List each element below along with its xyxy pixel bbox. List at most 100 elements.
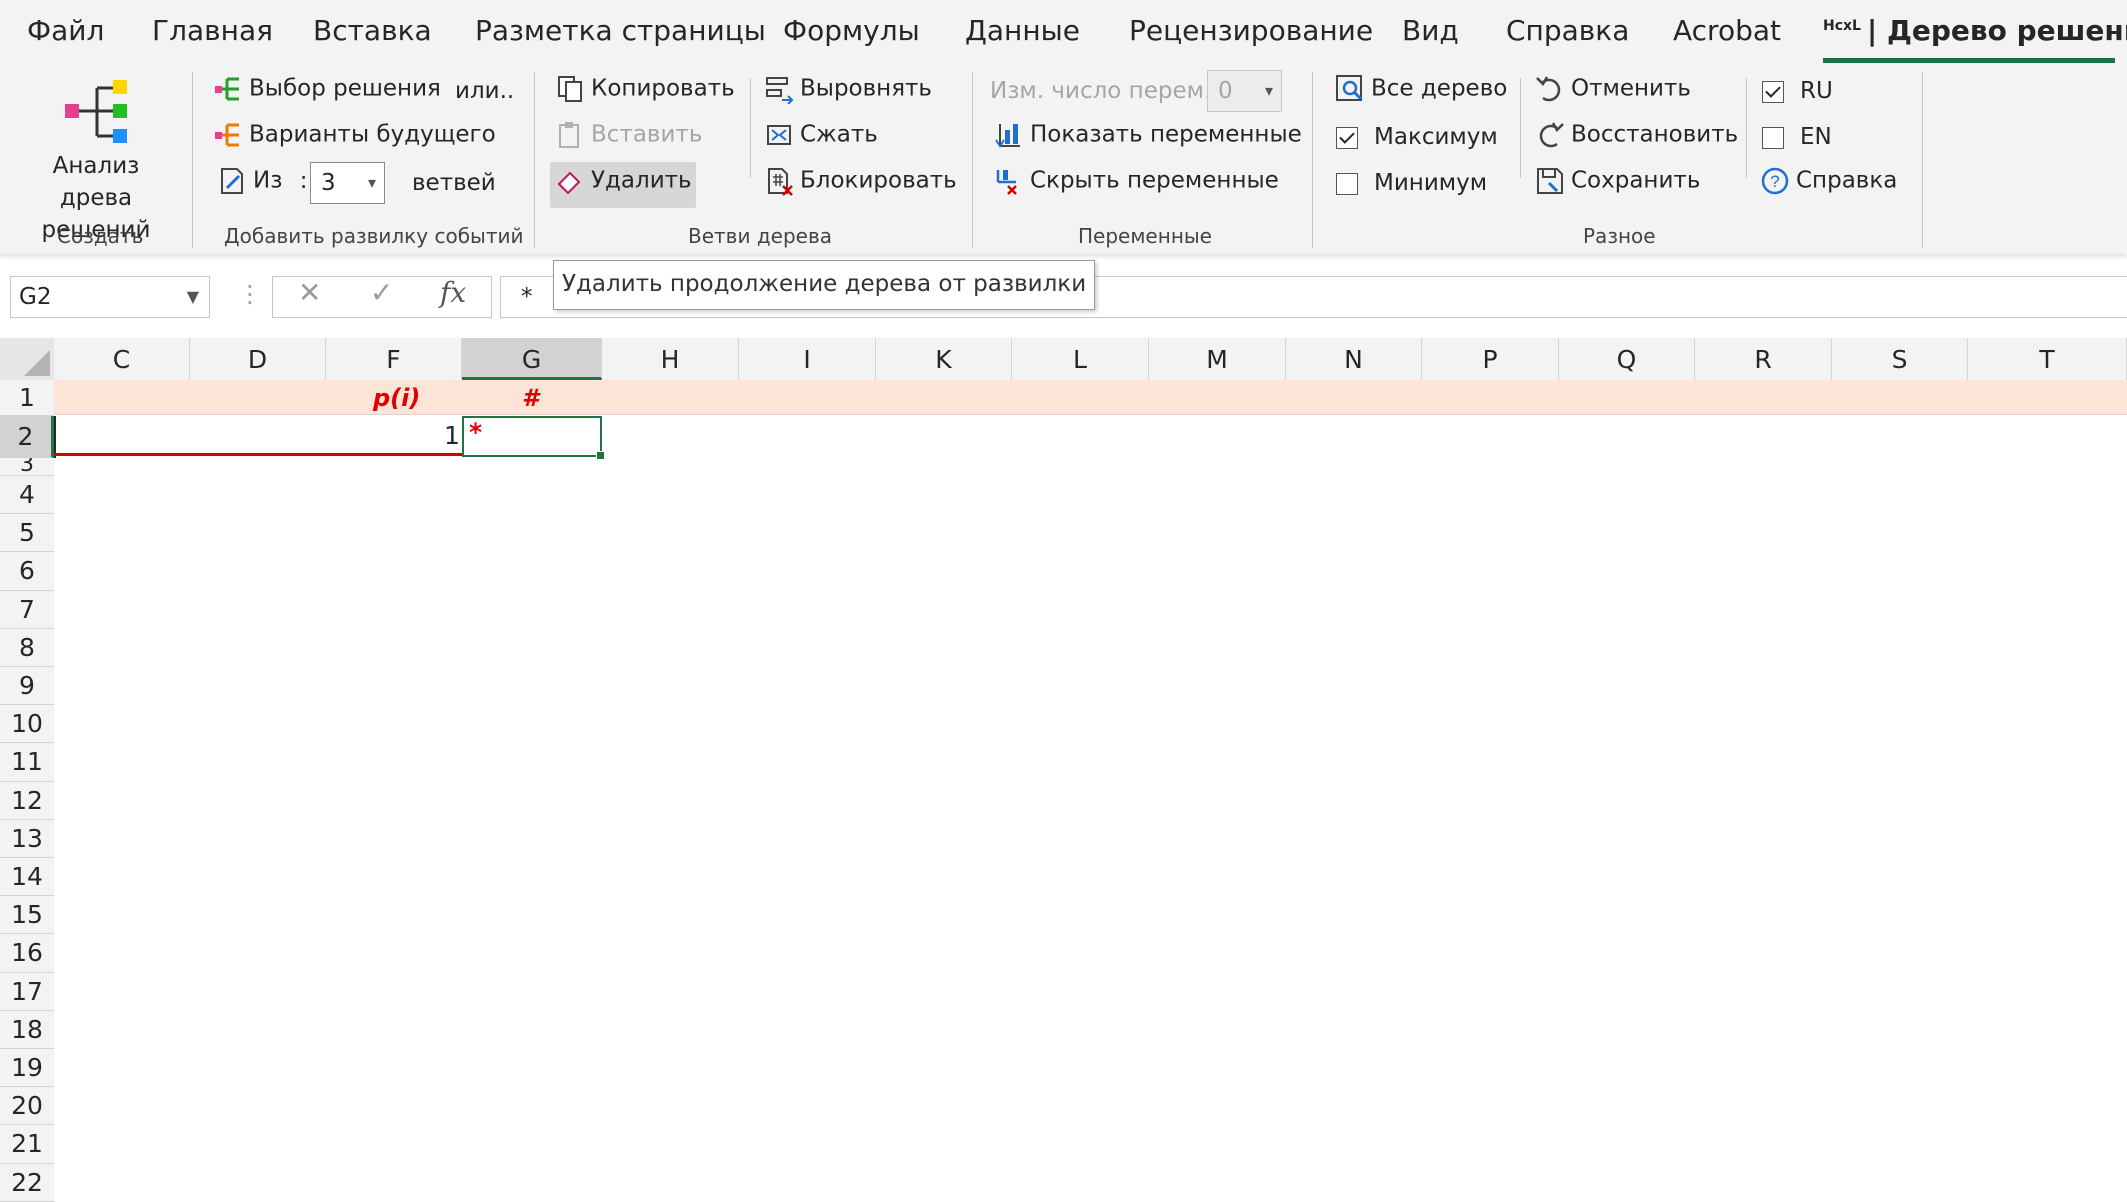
enter-icon[interactable]: ✓ [370,276,393,309]
whole-tree-button[interactable]: Все дерево [1335,74,1507,104]
row-header-21[interactable]: 21 [0,1125,54,1164]
or-more-button[interactable]: или.. [455,78,514,104]
group-fork-label: Добавить развилку событий [224,224,524,248]
copy-button[interactable]: Копировать [555,74,735,104]
delete-button[interactable]: Удалить [555,166,692,196]
group-variables-label: Переменные [1078,224,1212,248]
tab-page-layout[interactable]: Разметка страницы [475,14,766,47]
row-header-17[interactable]: 17 [0,972,54,1011]
row-header-16[interactable]: 16 [0,934,54,973]
branches-count-select[interactable]: 3 ▾ [310,162,385,204]
row-header-13[interactable]: 13 [0,819,54,858]
future-variants-button[interactable]: Варианты будущего [213,120,496,150]
column-header-i[interactable]: I [739,338,876,380]
variables-count-select[interactable]: 0 ▾ [1207,70,1282,112]
undo-icon [1536,76,1561,102]
row-header-22[interactable]: 22 [0,1163,54,1202]
column-header-q[interactable]: Q [1559,338,1695,380]
tab-view[interactable]: Вид [1402,14,1459,47]
minimum-checkbox-box[interactable] [1336,172,1358,195]
show-variables-button[interactable]: Показать переменные [994,120,1302,150]
compress-button[interactable]: Сжать [764,120,878,150]
column-header-p[interactable]: P [1422,338,1559,380]
tab-help[interactable]: Справка [1506,14,1629,47]
separator [1746,78,1747,178]
tab-data[interactable]: Данные [965,14,1080,47]
lock-button[interactable]: Блокировать [764,166,957,196]
paste-button[interactable]: Вставить [555,120,702,150]
column-header-r[interactable]: R [1695,338,1832,380]
help-button[interactable]: ? Справка [1760,166,1897,196]
row-header-7[interactable]: 7 [0,590,54,629]
decision-tree-icon [65,80,127,143]
tab-insert[interactable]: Вставка [313,14,432,47]
save-button[interactable]: Сохранить [1535,166,1700,196]
row-header-2[interactable]: 2 [0,416,54,458]
row-header-11[interactable]: 11 [0,743,54,782]
chevron-down-icon: ▾ [1264,81,1273,100]
select-all-corner[interactable] [0,338,54,380]
cancel-icon[interactable]: ✕ [298,276,321,309]
column-header-k[interactable]: K [876,338,1012,380]
en-checkbox[interactable]: EN [1762,124,1832,150]
decision-choice-button[interactable]: Выбор решения [213,74,441,104]
undo-button[interactable]: Отменить [1535,74,1691,104]
separator [750,78,751,178]
row-header-18[interactable]: 18 [0,1010,54,1049]
column-header-s[interactable]: S [1832,338,1968,380]
tab-review[interactable]: Рецензирование [1129,14,1373,47]
decision-node-icon [215,77,239,101]
tab-acrobat[interactable]: Acrobat [1673,14,1781,47]
tab-decision-tree[interactable]: HcxL | Дерево решений [1823,14,2127,47]
maximum-checkbox-box[interactable] [1336,126,1358,149]
tab-formulas[interactable]: Формулы [783,14,920,47]
row-header-4[interactable]: 4 [0,476,54,515]
chevron-down-icon: ▾ [367,173,376,192]
align-icon [766,77,794,104]
decision-choice-label: Выбор решения [249,75,441,102]
row-header-6[interactable]: 6 [0,552,54,591]
row-header-10[interactable]: 10 [0,705,54,744]
column-header-g[interactable]: G [462,338,602,380]
row-header-5[interactable]: 5 [0,514,54,553]
row-header-14[interactable]: 14 [0,858,54,897]
separator [1922,72,1923,248]
redo-button[interactable]: Восстановить [1535,120,1738,150]
row-header-8[interactable]: 8 [0,628,54,667]
align-button[interactable]: Выровнять [764,74,932,104]
row-header-1[interactable]: 1 [0,380,54,416]
column-header-t[interactable]: T [1968,338,2127,380]
edit-document-icon [221,168,243,194]
delete-tooltip: Удалить продолжение дерева от развилки [553,260,1096,310]
hide-variables-button[interactable]: Скрыть переменные [994,166,1279,196]
row-header-15[interactable]: 15 [0,896,54,935]
analyze-tree-button[interactable]: Анализ древа решений [20,72,172,243]
column-header-h[interactable]: H [602,338,739,380]
spreadsheet-grid[interactable]: CDFGHIKLMNPQRST 1 2 3 4 5 6 7 8 9 10 11 12 13 14 15 16 1… [0,338,2127,1202]
chevron-down-icon: ▼ [186,287,199,306]
ru-checkbox[interactable]: RU [1762,78,1833,104]
column-header-f[interactable]: F [326,338,462,380]
column-header-m[interactable]: M [1149,338,1286,380]
chance-node-icon [215,123,239,147]
cell-f2[interactable]: 1 [444,421,460,450]
column-header-d[interactable]: D [190,338,326,380]
row-header-19[interactable]: 19 [0,1049,54,1088]
row-header-3[interactable]: 3 [0,458,54,476]
row-header-20[interactable]: 20 [0,1087,54,1126]
column-header-l[interactable]: L [1012,338,1149,380]
tab-file[interactable]: Файл [27,14,104,47]
en-checkbox-box[interactable] [1762,126,1784,149]
maximum-checkbox[interactable]: Максимум [1336,124,1498,150]
minimum-checkbox[interactable]: Минимум [1336,170,1487,196]
name-box[interactable]: G2 ▼ [10,276,210,318]
column-header-n[interactable]: N [1286,338,1422,380]
svg-text:?: ? [1770,172,1779,191]
ru-checkbox-box[interactable] [1762,80,1784,103]
column-header-c[interactable]: C [54,338,190,380]
active-cell-g2[interactable] [462,416,605,460]
row-header-12[interactable]: 12 [0,781,54,820]
insert-function-icon[interactable]: fx [440,276,466,309]
tab-home[interactable]: Главная [152,14,273,47]
row-header-9[interactable]: 9 [0,667,54,706]
